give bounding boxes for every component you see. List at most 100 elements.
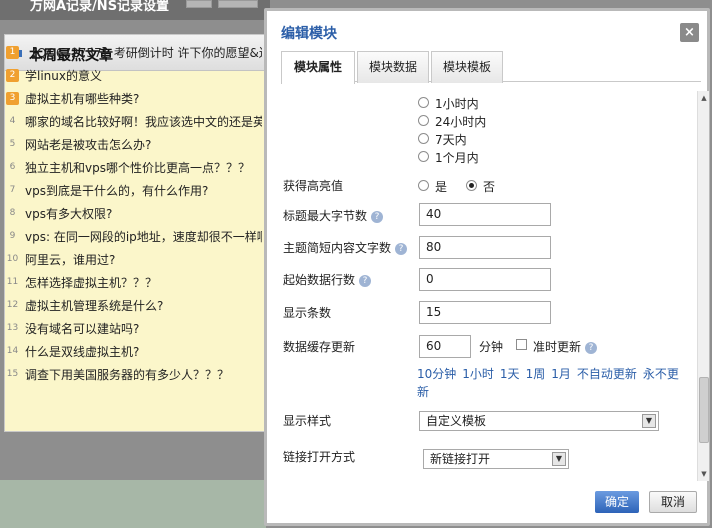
cancel-button[interactable]: 取消 <box>649 491 697 513</box>
article-link[interactable]: 学linux的意义 <box>25 67 102 84</box>
display-count-input[interactable]: 15 <box>419 301 551 324</box>
summary-chars-label: 主题简短内容文字数? <box>283 239 408 256</box>
chevron-down-icon[interactable]: ▼ <box>552 452 566 466</box>
rank-badge: 6 <box>9 162 16 172</box>
preset-link[interactable]: 1天 <box>500 367 520 381</box>
display-style-select[interactable]: 自定义模板 ▼ <box>419 411 659 431</box>
cache-unit: 分钟 <box>479 340 504 354</box>
radio-time-24h[interactable] <box>418 115 429 126</box>
start-row-input[interactable]: 0 <box>419 268 551 291</box>
help-icon[interactable]: ? <box>395 242 408 255</box>
rank-badge: 9 <box>9 231 16 241</box>
preset-link[interactable]: 不自动更新 <box>577 367 637 381</box>
background-button[interactable] <box>186 0 212 8</box>
article-link[interactable]: 虚拟主机有哪些种类? <box>25 90 139 107</box>
close-icon[interactable]: × <box>680 23 699 42</box>
radio-label: 是 <box>435 180 448 194</box>
article-link[interactable]: vps到底是干什么的，有什么作用? <box>25 182 208 199</box>
article-link[interactable]: 什么是双线虚拟主机? <box>25 343 139 360</box>
rank-badge: 3 <box>6 92 19 105</box>
radio-label: 1小时内 <box>435 97 479 111</box>
list-item[interactable]: 2 学linux的意义 <box>6 66 262 86</box>
preset-link[interactable]: 1小时 <box>462 367 494 381</box>
radio-label: 24小时内 <box>435 115 487 129</box>
list-item[interactable]: 9 vps: 在同一网段的ip地址，速度却很不一样啊 <box>6 227 262 247</box>
list-item[interactable]: 8 vps有多大权限? <box>6 204 262 224</box>
display-style-label: 显示样式 <box>283 414 332 428</box>
article-link[interactable]: 独立主机和vps哪个性价比更高一点？？？ <box>25 159 250 176</box>
summary-chars-input[interactable]: 80 <box>419 236 551 259</box>
rank-badge: 2 <box>6 69 19 82</box>
cache-presets: 10分钟 1小时 1天 1周 1月 不自动更新 永不更新 <box>417 365 687 401</box>
article-link[interactable]: 阿里云，谁用过? <box>25 251 115 268</box>
rank-badge: 8 <box>9 208 16 218</box>
background-top-bar: 万网A记录/NS记录设置 <box>0 0 270 20</box>
list-item[interactable]: 4 哪家的域名比较好啊！我应该选中文的还是英 <box>6 112 262 132</box>
rank-badge: 13 <box>6 323 19 333</box>
title-max-bytes-input[interactable]: 40 <box>419 203 551 226</box>
article-link[interactable]: 调查下用美国服务器的有多少人？？？ <box>25 366 229 383</box>
article-link[interactable]: 网站老是被攻击怎么办? <box>25 136 151 153</box>
edit-module-dialog: 编辑模块 × 模块属性 模块数据 模块模板 1小时内 24小时内 7天内 1个月… <box>264 8 710 526</box>
list-item[interactable]: 15 调查下用美国服务器的有多少人？？？ <box>6 365 262 385</box>
dialog-title: 编辑模块 <box>281 26 337 42</box>
tab-bar: 模块属性 模块数据 模块模板 <box>281 49 701 84</box>
help-icon[interactable]: ? <box>359 274 372 287</box>
radio-highlight-yes[interactable] <box>418 180 429 191</box>
link-open-select[interactable]: 新链接打开 ▼ <box>423 449 569 469</box>
article-link[interactable]: vps: 在同一网段的ip地址，速度却很不一样啊 <box>25 228 262 245</box>
background-button[interactable] <box>218 0 258 8</box>
content-scrollbar[interactable]: ▲ ▼ <box>697 91 709 481</box>
chevron-down-icon[interactable]: ▼ <box>642 414 656 428</box>
help-icon[interactable]: ? <box>585 341 598 354</box>
on-time-update-checkbox[interactable] <box>516 339 527 350</box>
preset-link[interactable]: 1周 <box>526 367 546 381</box>
article-link[interactable]: vps有多大权限? <box>25 205 112 222</box>
start-row-label: 起始数据行数? <box>283 271 372 288</box>
preset-link[interactable]: 1月 <box>551 367 571 381</box>
rank-badge: 14 <box>6 346 19 356</box>
help-icon[interactable]: ? <box>371 210 384 223</box>
article-link[interactable]: 虚拟主机管理系统是什么? <box>25 297 163 314</box>
display-count-label: 显示条数 <box>283 306 332 320</box>
article-link[interactable]: 哪家的域名比较好啊！我应该选中文的还是英 <box>25 113 262 130</box>
list-item[interactable]: 11 怎样选择虚拟主机？？？ <box>6 273 262 293</box>
ok-button[interactable]: 确定 <box>595 491 639 513</box>
list-item[interactable]: 12 虚拟主机管理系统是什么? <box>6 296 262 316</box>
tab-module-data[interactable]: 模块数据 <box>357 51 429 83</box>
select-value: 新链接打开 <box>430 452 491 466</box>
rank-badge: 1 <box>6 46 19 59</box>
preset-link[interactable]: 永不更新 <box>417 367 679 399</box>
background-page-title: 万网A记录/NS记录设置 <box>30 0 170 14</box>
cache-minutes-input[interactable]: 60 <box>419 335 471 358</box>
list-item[interactable]: 5 网站老是被攻击怎么办? <box>6 135 262 155</box>
list-item[interactable]: 13 没有域名可以建站吗? <box>6 319 262 339</box>
tab-module-template[interactable]: 模块模板 <box>431 51 503 83</box>
list-item[interactable]: 14 什么是双线虚拟主机? <box>6 342 262 362</box>
radio-time-7d[interactable] <box>418 133 429 144</box>
rank-badge: 5 <box>9 139 16 149</box>
list-item[interactable]: 3 虚拟主机有哪些种类? <box>6 89 262 109</box>
radio-time-1h[interactable] <box>418 97 429 108</box>
rank-badge: 7 <box>9 185 16 195</box>
scroll-up-icon[interactable]: ▲ <box>699 93 709 103</box>
article-link[interactable]: 怎样选择虚拟主机？？？ <box>25 274 157 291</box>
article-link[interactable]: 【QQ672757】考研倒计时 许下你的愿望&送 <box>25 44 262 61</box>
scroll-thumb[interactable] <box>699 377 709 443</box>
radio-label: 1个月内 <box>435 151 479 165</box>
background-footer <box>0 480 266 528</box>
radio-highlight-no[interactable] <box>466 180 477 191</box>
scroll-down-icon[interactable]: ▼ <box>699 469 709 479</box>
list-item[interactable]: 7 vps到底是干什么的，有什么作用? <box>6 181 262 201</box>
on-time-update-label: 准时更新? <box>533 338 598 355</box>
rank-badge: 4 <box>9 116 16 126</box>
list-item[interactable]: 6 独立主机和vps哪个性价比更高一点？？？ <box>6 158 262 178</box>
list-item[interactable]: 10 阿里云，谁用过? <box>6 250 262 270</box>
list-item[interactable]: 1 【QQ672757】考研倒计时 许下你的愿望&送 <box>6 43 262 63</box>
select-value: 自定义模板 <box>426 414 487 428</box>
preset-link[interactable]: 10分钟 <box>417 367 456 381</box>
rank-badge: 15 <box>6 369 19 379</box>
article-link[interactable]: 没有域名可以建站吗? <box>25 320 139 337</box>
radio-time-1m[interactable] <box>418 151 429 162</box>
tab-module-properties[interactable]: 模块属性 <box>281 51 355 84</box>
